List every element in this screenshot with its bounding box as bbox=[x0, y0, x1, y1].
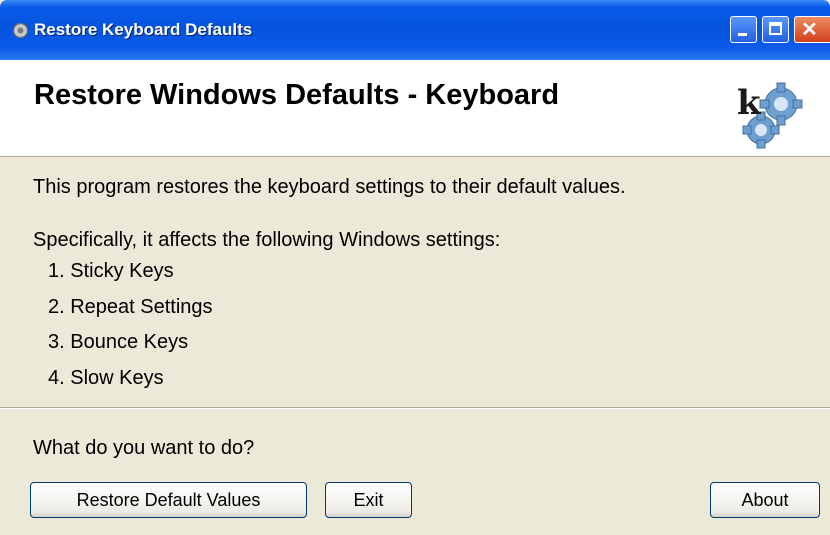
dialog-window: Restore Keyboard Defaults ✕ Restore Wind… bbox=[0, 0, 830, 535]
maximize-button[interactable] bbox=[762, 16, 789, 43]
minimize-icon bbox=[738, 33, 747, 36]
exit-button[interactable]: Exit bbox=[325, 482, 412, 518]
close-button[interactable]: ✕ bbox=[794, 16, 830, 43]
maximize-icon bbox=[769, 22, 782, 35]
minimize-button[interactable] bbox=[730, 16, 757, 43]
list-item: 3. Bounce Keys bbox=[48, 331, 189, 353]
close-icon: ✕ bbox=[801, 19, 818, 41]
about-button[interactable]: About bbox=[710, 482, 820, 518]
header-banner: Restore Windows Defaults - Keyboard k bbox=[0, 60, 830, 157]
window-title: Restore Keyboard Defaults bbox=[34, 20, 253, 39]
description-text: This program restores the keyboard setti… bbox=[33, 176, 626, 198]
prompt-text: What do you want to do? bbox=[33, 437, 255, 459]
restore-defaults-button[interactable]: Restore Default Values bbox=[30, 482, 307, 518]
intro-text: Specifically, it affects the following W… bbox=[33, 229, 501, 251]
gears-logo-icon: k bbox=[737, 82, 803, 149]
list-item: 2. Repeat Settings bbox=[48, 296, 213, 318]
list-item: 4. Slow Keys bbox=[48, 367, 164, 389]
svg-text:k: k bbox=[737, 83, 762, 123]
app-icon bbox=[12, 22, 29, 39]
title-bar[interactable]: Restore Keyboard Defaults ✕ bbox=[0, 0, 830, 60]
section-divider bbox=[0, 407, 830, 409]
page-title: Restore Windows Defaults - Keyboard bbox=[34, 79, 560, 111]
list-item: 1. Sticky Keys bbox=[48, 260, 174, 282]
